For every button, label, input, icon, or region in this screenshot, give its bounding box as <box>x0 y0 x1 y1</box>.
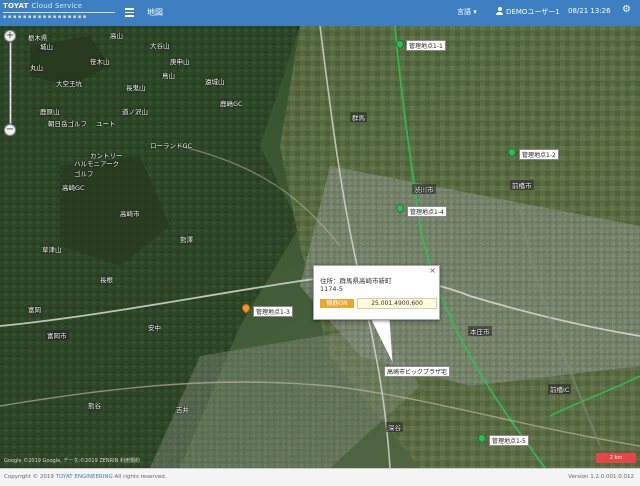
place-label: 城山 <box>40 43 53 51</box>
place-label: 鹿原山 <box>40 108 60 116</box>
marker-label[interactable]: 管理地点1-1 <box>406 40 446 51</box>
brand-divider <box>3 12 115 13</box>
marker-label[interactable]: 管理地点1-5 <box>489 435 529 446</box>
page-title: 地図 <box>147 8 163 17</box>
place-label: 道ノ沢山 <box>122 108 148 116</box>
place-label: 高崎GC <box>62 184 85 192</box>
version-text: Version 1.2.0.001.0.012 <box>568 474 634 480</box>
place-label: ローランドGC <box>150 142 193 150</box>
place-label: 本庄市 <box>468 326 492 336</box>
place-label: 丸山 <box>30 64 43 72</box>
footer: Copyright © 2019 TOYAT ENGINEERING All r… <box>0 468 640 486</box>
place-label: 群馬 <box>350 112 367 122</box>
status-badge: 機器ON <box>320 299 354 308</box>
gear-icon[interactable]: ⚙ <box>622 5 631 15</box>
place-label: 渋川市 <box>412 184 436 194</box>
map-attribution: Google ©2019 Google, データ:©2019 ZENRIN 利用… <box>4 458 140 464</box>
place-label: 吉井 <box>176 406 189 414</box>
zoom-out-button[interactable]: − <box>4 124 16 136</box>
brand-subtitle: Cloud Service <box>31 2 83 10</box>
company-link[interactable]: TOYAT ENGINEERING <box>56 474 113 480</box>
place-label: 遠城山 <box>205 78 225 86</box>
place-label: ハルモニアーク <box>74 160 120 168</box>
user-icon <box>496 7 503 15</box>
place-label: 庚申山 <box>170 58 190 66</box>
zoom-control: + − <box>4 30 18 136</box>
zoom-slider[interactable] <box>9 42 12 124</box>
brand-dots: ▪▪▪▪▪▪▪▪▪▪▪▪▪▪▪▪▪ <box>3 14 88 20</box>
place-label: 富岡 <box>28 306 41 314</box>
place-label: 富岡市 <box>45 330 69 340</box>
brand-title: TOYAT Cloud Service <box>3 2 83 10</box>
top-bar: TOYAT Cloud Service ▪▪▪▪▪▪▪▪▪▪▪▪▪▪▪▪▪ 地図 … <box>0 0 640 26</box>
place-label: 大谷山 <box>150 42 170 50</box>
marker-label[interactable]: 管理地点1-3 <box>253 306 293 317</box>
location-label: 高崎市ビックプラザ宅 <box>384 366 451 377</box>
place-label: 熊澤 <box>180 236 193 244</box>
datetime: 08/21 13:26 <box>568 7 611 15</box>
language-dropdown[interactable]: 言語 ▾ <box>457 7 477 17</box>
hamburger-icon[interactable] <box>124 6 136 18</box>
place-label: 高山 <box>110 32 123 40</box>
place-label: 深谷 <box>386 422 403 432</box>
device-marker[interactable] <box>394 38 406 50</box>
place-label: 高崎市 <box>120 210 140 218</box>
popup-address: 住所：群馬県高崎市新町 <box>320 277 392 285</box>
zoom-in-button[interactable]: + <box>4 30 16 42</box>
place-label: ユート <box>96 120 116 128</box>
user-label: DEMOユーザー1 <box>506 8 560 16</box>
map-view[interactable]: + − 栃木県 城山 高山 大谷山 笹木山 庚申山 丸山 大空王坑 鳥山 遠城山… <box>0 26 640 468</box>
place-label: 長根 <box>100 276 113 284</box>
place-label: 笹木山 <box>90 58 110 66</box>
device-marker[interactable] <box>476 432 488 444</box>
user-menu[interactable]: DEMOユーザー1 <box>496 7 560 17</box>
place-label: 草津山 <box>42 246 62 254</box>
map-scale: 2 km <box>596 453 636 463</box>
place-label: 熊谷 <box>88 402 101 410</box>
place-label: 前橋市 <box>510 180 534 190</box>
popup-address-line2: 1174-5 <box>320 285 344 293</box>
marker-label[interactable]: 管理地点1-4 <box>407 206 447 217</box>
info-popup: × 住所：群馬県高崎市新町 1174-5 機器ON 25.001.4900.60… <box>313 265 440 320</box>
place-label: ゴルフ <box>74 170 94 178</box>
device-marker[interactable] <box>506 146 518 158</box>
place-label: 鳥山 <box>162 72 175 80</box>
place-label: 前橋IC <box>548 384 572 394</box>
place-label: 安中 <box>148 324 161 332</box>
device-marker[interactable] <box>394 202 406 214</box>
place-label: 大空王坑 <box>56 80 82 88</box>
place-label: 朝日岳ゴルフ <box>48 120 87 128</box>
place-label: 鹿嶋GC <box>220 100 243 108</box>
place-label: 長鬼山 <box>126 84 146 92</box>
close-icon[interactable]: × <box>429 267 436 275</box>
copyright-text: Copyright © 2019 TOYAT ENGINEERING All r… <box>4 474 167 480</box>
popup-value: 25.001.4900.600 <box>357 298 437 309</box>
device-marker[interactable] <box>240 302 252 314</box>
brand-logo[interactable]: TOYAT Cloud Service ▪▪▪▪▪▪▪▪▪▪▪▪▪▪▪▪▪ <box>3 2 115 24</box>
marker-label[interactable]: 管理地点1-2 <box>519 149 559 160</box>
